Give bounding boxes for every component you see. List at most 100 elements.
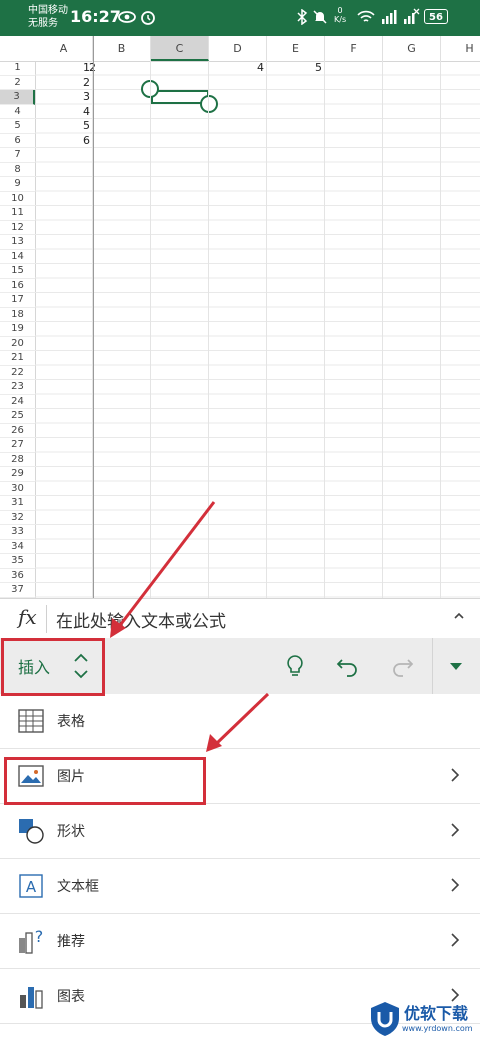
watermark-url: www.yrdown.com [402,1024,473,1033]
cell-a1[interactable]: 1 [35,61,90,75]
row-header-36[interactable]: 36 [0,569,35,583]
row-header-4[interactable]: 4 [0,105,35,119]
row-header-28[interactable]: 28 [0,453,35,467]
bluetooth-icon [297,9,308,25]
menu-item-recommended[interactable]: ? 推荐 [0,914,480,969]
redo-icon[interactable] [388,652,416,680]
service-status: 无服务 [28,18,58,29]
menu-item-label: 图表 [57,989,85,1005]
menu-item-label: 推荐 [57,934,85,950]
row-header-18[interactable]: 18 [0,308,35,322]
row-header-20[interactable]: 20 [0,337,35,351]
column-header-c[interactable]: C [151,36,209,61]
cell-grid[interactable]: 123456245 [35,61,480,598]
row-header-27[interactable]: 27 [0,438,35,453]
watermark-title: 优软下载 [404,1004,469,1023]
cell-e1[interactable]: 5 [267,61,322,75]
row-header-22[interactable]: 22 [0,366,35,380]
column-header-f[interactable]: F [325,36,383,61]
dropdown-icon[interactable] [442,652,470,680]
column-headers: ABCDEFGH [35,36,480,62]
chevron-right-icon [451,933,460,947]
expand-formula-icon[interactable] [452,609,466,623]
alarm-icon [141,11,155,25]
row-header-26[interactable]: 26 [0,424,35,438]
row-header-23[interactable]: 23 [0,380,35,395]
row-header-3[interactable]: 3 [0,90,35,105]
chart-icon [20,987,43,1009]
row-header-6[interactable]: 6 [0,134,35,148]
toolbar-separator [432,638,433,694]
net-speed-value: 0 [337,6,343,15]
row-header-1[interactable]: 1 [0,61,35,76]
insert-menu: 表格 图片 形状 A 文本框 ? 推荐 图表 [0,694,480,1040]
shapes-icon [19,819,44,844]
column-header-e[interactable]: E [267,36,325,61]
row-header-8[interactable]: 8 [0,163,35,177]
row-header-24[interactable]: 24 [0,395,35,409]
carrier-name: 中国移动 [28,5,68,16]
formula-divider [46,605,47,633]
select-all-corner[interactable] [0,36,36,62]
row-header-15[interactable]: 15 [0,264,35,279]
signal-4g-icon [382,10,397,24]
row-header-35[interactable]: 35 [0,554,35,569]
row-header-29[interactable]: 29 [0,467,35,482]
row-header-31[interactable]: 31 [0,496,35,511]
row-header-10[interactable]: 10 [0,192,35,206]
column-header-b[interactable]: B [93,36,151,61]
wifi-icon [357,10,375,22]
cell-a3[interactable]: 3 [35,90,90,104]
svg-text:?: ? [35,927,44,946]
net-speed: 0 K/s [334,6,346,24]
menu-item-textbox[interactable]: A 文本框 [0,859,480,914]
formula-input[interactable]: 在此处输入文本或公式 [56,607,226,632]
row-header-13[interactable]: 13 [0,235,35,250]
menu-item-label: 形状 [57,824,85,840]
svg-text:A: A [26,878,37,896]
column-header-a[interactable]: A [35,36,93,61]
row-header-5[interactable]: 5 [0,119,35,134]
column-gridline [208,61,209,598]
cell-a5[interactable]: 5 [35,119,90,133]
row-header-21[interactable]: 21 [0,351,35,366]
menu-item-shapes[interactable]: 形状 [0,804,480,859]
row-header-12[interactable]: 12 [0,221,35,235]
fx-label: fx [18,605,37,629]
cell-d1[interactable]: 4 [209,61,264,75]
row-header-17[interactable]: 17 [0,293,35,308]
row-header-32[interactable]: 32 [0,511,35,525]
row-header-9[interactable]: 9 [0,177,35,192]
row-header-16[interactable]: 16 [0,279,35,293]
status-bar: 中国移动 无服务 16:27 0 K/s 56 [0,0,480,36]
column-header-g[interactable]: G [383,36,441,61]
cell-a2[interactable]: 2 [35,76,90,90]
row-header-33[interactable]: 33 [0,525,35,540]
cell-a6[interactable]: 6 [35,134,90,148]
row-header-30[interactable]: 30 [0,482,35,496]
row-header-34[interactable]: 34 [0,540,35,554]
selection-handle-bottom-right[interactable] [200,95,218,113]
column-gridline [150,61,151,598]
column-header-d[interactable]: D [209,36,267,61]
net-speed-unit: K/s [334,15,347,24]
row-header-7[interactable]: 7 [0,148,35,163]
freeze-pane-line [93,36,94,598]
row-header-37[interactable]: 37 [0,583,35,598]
row-header-11[interactable]: 11 [0,206,35,221]
undo-icon[interactable] [334,652,362,680]
column-gridline [324,61,325,598]
row-header-14[interactable]: 14 [0,250,35,264]
eye-icon [118,11,136,23]
cell-a4[interactable]: 4 [35,105,90,119]
row-header-2[interactable]: 2 [0,76,35,90]
lightbulb-icon[interactable] [281,652,309,680]
column-gridline [266,61,267,598]
table-icon [18,709,44,733]
menu-item-table[interactable]: 表格 [0,694,480,749]
watermark-logo: 优软下载 www.yrdown.com [366,998,480,1040]
column-header-h[interactable]: H [441,36,480,61]
row-header-25[interactable]: 25 [0,409,35,424]
column-gridline [382,61,383,598]
row-header-19[interactable]: 19 [0,322,35,337]
